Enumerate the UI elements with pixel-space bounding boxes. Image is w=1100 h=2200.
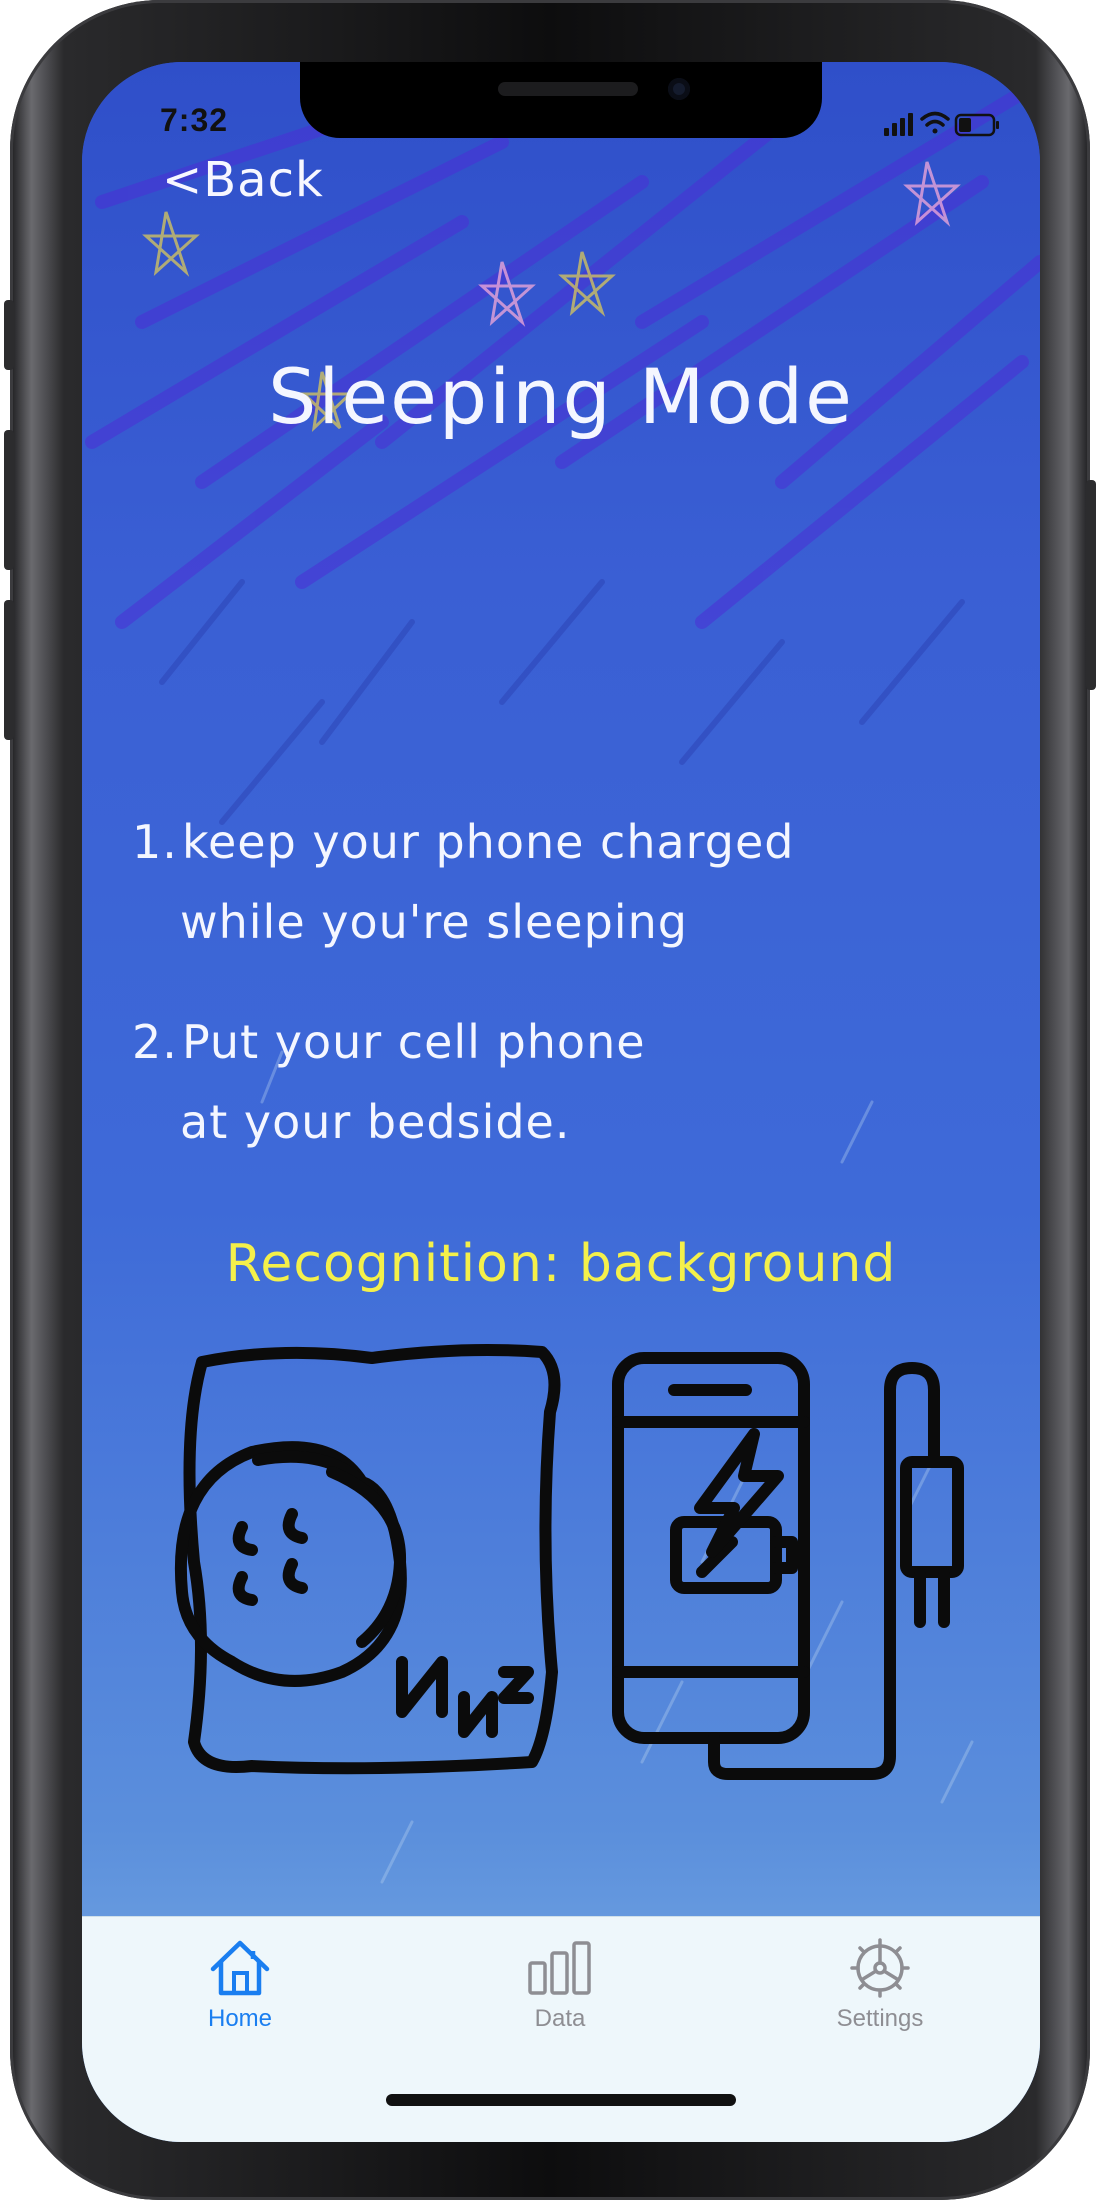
front-camera: [668, 78, 690, 100]
page-title: Sleeping Mode: [268, 352, 854, 441]
battery-icon: [954, 113, 999, 137]
tab-home[interactable]: Home: [140, 1935, 340, 2045]
sleep-illustration: [174, 1344, 964, 1780]
gear-icon: [850, 1938, 910, 1998]
tab-settings[interactable]: Settings: [780, 1935, 980, 2045]
app-screen: 7:32 <Back Sleeping Mode 1.keep your pho…: [82, 62, 1040, 2142]
tab-label-home: Home: [207, 2005, 273, 2032]
instruction-line: Put your cell phone: [182, 1015, 646, 1069]
home-icon: [210, 1940, 270, 1996]
instruction-2: 2.Put your cell phone at your bedside.: [132, 1002, 1012, 1162]
instruction-line: keep your phone charged: [182, 815, 795, 869]
wifi-icon: [920, 111, 950, 134]
volume-up-button: [4, 430, 14, 570]
charging-phone-icon: [612, 1352, 964, 1780]
bar-chart-icon: [528, 1941, 591, 1995]
volume-down-button: [4, 600, 14, 740]
tab-label-settings: Settings: [836, 2005, 924, 2032]
signal-icon: [884, 113, 913, 136]
instruction-number: 2.: [132, 1015, 178, 1069]
instruction-line: while you're sleeping: [180, 895, 688, 949]
status-time: 7:32: [160, 102, 229, 138]
tab-data[interactable]: Data: [460, 1935, 660, 2045]
earpiece-speaker: [498, 82, 638, 96]
instruction-1: 1.keep your phone charged while you're s…: [132, 802, 1012, 962]
instruction-line: at your bedside.: [180, 1095, 571, 1149]
power-button: [1086, 480, 1096, 690]
back-button[interactable]: <Back: [162, 152, 324, 208]
phone-frame: 7:32 <Back Sleeping Mode 1.keep your pho…: [4, 0, 1096, 2200]
mute-switch: [4, 300, 14, 370]
sleeping-person-icon: [174, 1344, 561, 1775]
status-icons: [884, 111, 999, 137]
tab-label-data: Data: [534, 2005, 586, 2032]
recognition-status: Recognition: background: [225, 1234, 897, 1294]
instruction-number: 1.: [132, 815, 178, 869]
device-notch: [300, 62, 822, 138]
home-indicator[interactable]: [386, 2094, 736, 2106]
tab-bar: Home Data Settings: [82, 1916, 1040, 2142]
